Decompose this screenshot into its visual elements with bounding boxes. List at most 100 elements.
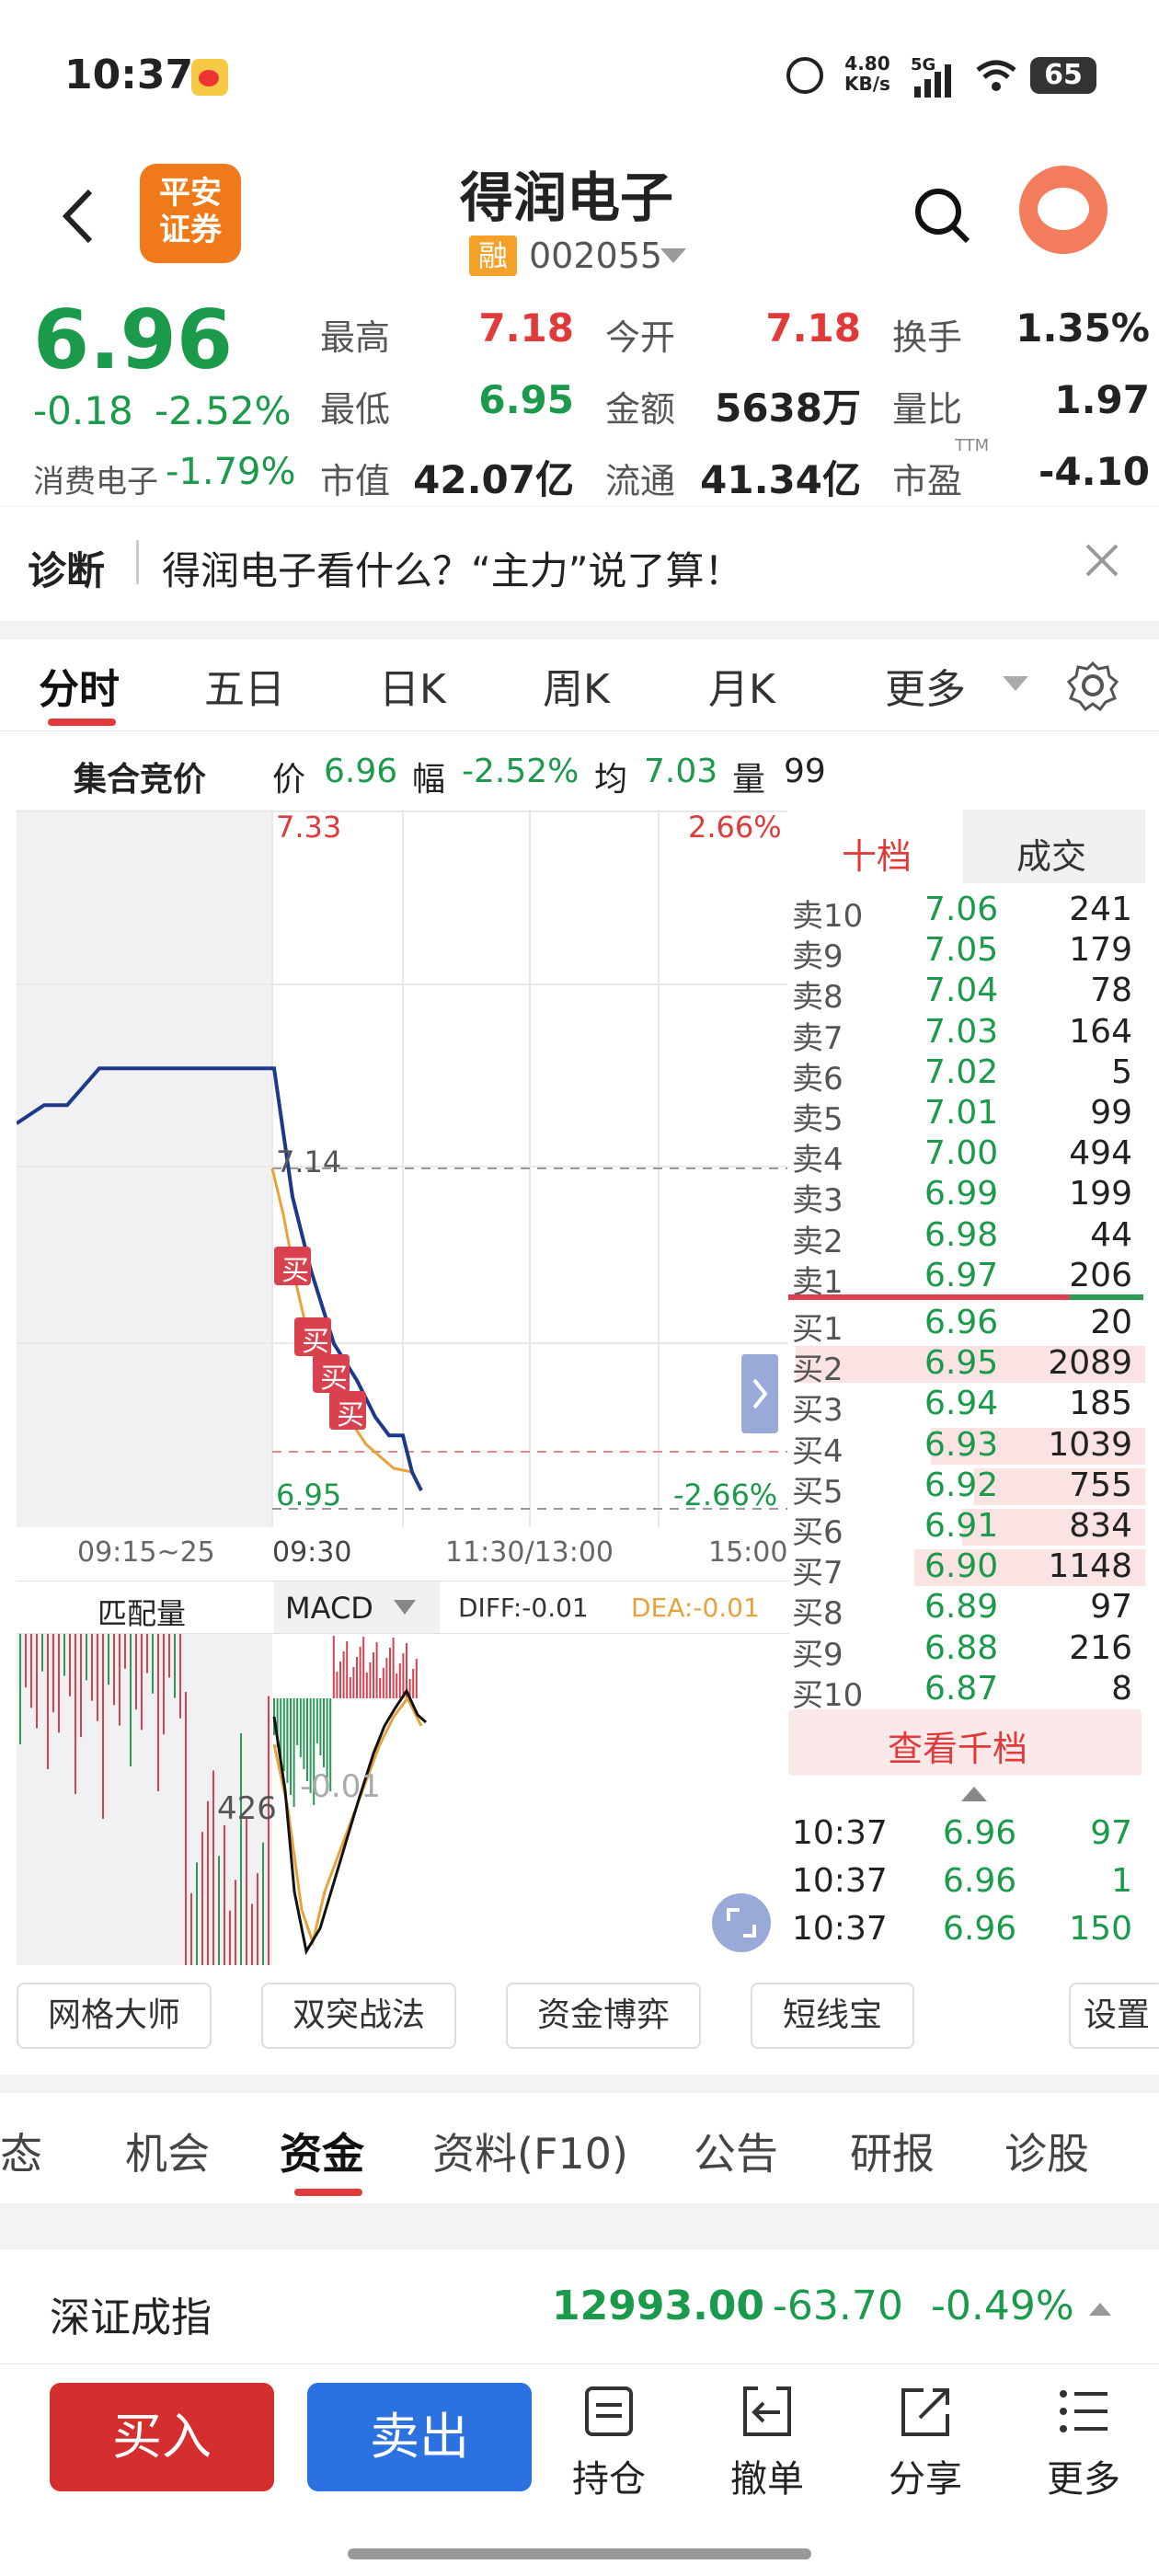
back-icon[interactable] bbox=[55, 184, 101, 248]
level-label: 卖10 bbox=[792, 898, 864, 935]
fullscreen-icon[interactable] bbox=[712, 1893, 771, 1952]
battery-icon: 65 bbox=[1030, 57, 1096, 94]
bid-row[interactable]: 买8 6.89 97 bbox=[786, 1588, 1145, 1632]
sector-name[interactable]: 消费电子 bbox=[33, 456, 158, 501]
bid-row[interactable]: 买4 6.93 1039 bbox=[786, 1426, 1145, 1470]
level-price: 6.99 bbox=[924, 1175, 999, 1213]
macd-chart: 426 -0.01 bbox=[17, 1634, 789, 1965]
bid-row[interactable]: 买9 6.88 216 bbox=[786, 1629, 1145, 1673]
stat-label: 最低 bbox=[320, 389, 391, 430]
divider bbox=[136, 540, 139, 584]
tab-trades[interactable]: 成交 bbox=[1016, 828, 1086, 879]
tab-monthly-k[interactable]: 月K bbox=[708, 656, 775, 715]
tab-daily-k[interactable]: 日K bbox=[379, 656, 446, 715]
chevron-down-icon[interactable] bbox=[1003, 676, 1028, 691]
active-tab-indicator bbox=[48, 719, 116, 726]
tab-weekly-k[interactable]: 周K bbox=[543, 656, 610, 715]
weibo-icon bbox=[191, 59, 228, 96]
bid-row[interactable]: 买7 6.90 1148 bbox=[786, 1547, 1145, 1592]
tool-grid-master[interactable]: 网格大师 bbox=[17, 1983, 212, 2049]
caret-up-icon[interactable] bbox=[1089, 2303, 1111, 2316]
ask-row[interactable]: 卖6 7.02 5 bbox=[786, 1052, 1145, 1098]
level-label: 买2 bbox=[792, 1351, 843, 1389]
tab-news[interactable]: 动态 bbox=[0, 2121, 42, 2181]
timeshare-chart[interactable]: 7.33 2.66% 7.14 6.95 -2.66% 买 买 买 买 bbox=[15, 810, 789, 1530]
auction-info: 集合竞价 价 6.96 幅 -2.52% 均 7.03 量 99 bbox=[0, 736, 826, 810]
level-label: 买5 bbox=[792, 1473, 843, 1511]
sell-button[interactable]: 卖出 bbox=[307, 2383, 532, 2491]
bid-row[interactable]: 买3 6.94 185 bbox=[786, 1385, 1145, 1429]
view-thousand-levels-label: 查看千档 bbox=[888, 1729, 1028, 1769]
level-volume: 44 bbox=[1090, 1215, 1132, 1254]
buy-marker-label: 买 bbox=[281, 1255, 309, 1287]
trade-time: 10:37 bbox=[792, 1910, 888, 1948]
level-volume: 20 bbox=[1090, 1304, 1132, 1341]
positions-button[interactable]: 持仓 bbox=[554, 2385, 664, 2502]
more-button[interactable]: 更多 bbox=[1028, 2385, 1139, 2502]
level-volume: 5 bbox=[1111, 1052, 1132, 1091]
ask-row[interactable]: 卖5 7.01 99 bbox=[786, 1094, 1145, 1138]
buy-marker-label: 买 bbox=[337, 1399, 364, 1432]
level-price: 7.05 bbox=[924, 931, 999, 970]
ask-row[interactable]: 卖7 7.03 164 bbox=[786, 1013, 1145, 1057]
level-label: 卖5 bbox=[792, 1101, 843, 1138]
tab-opportunity[interactable]: 机会 bbox=[125, 2121, 210, 2181]
tab-timeshare[interactable]: 分时 bbox=[39, 656, 120, 715]
trade-volume: 97 bbox=[1090, 1814, 1132, 1852]
level-label: 买9 bbox=[792, 1636, 843, 1673]
tab-research[interactable]: 研报 bbox=[850, 2121, 935, 2181]
index-name: 深证成指 bbox=[50, 2294, 212, 2341]
tab-more[interactable]: 更多 bbox=[885, 656, 966, 715]
stock-code[interactable]: 002055 bbox=[529, 236, 662, 276]
bid-row[interactable]: 买1 6.96 20 bbox=[786, 1304, 1145, 1348]
tab-five-day[interactable]: 五日 bbox=[204, 656, 285, 715]
ask-row[interactable]: 卖1 6.97 206 bbox=[786, 1257, 1145, 1301]
search-icon[interactable] bbox=[911, 184, 975, 248]
tool-fund-game[interactable]: 资金博弈 bbox=[506, 1983, 701, 2049]
tool-short-term[interactable]: 短线宝 bbox=[751, 1983, 914, 2049]
bid-row[interactable]: 买2 6.95 2089 bbox=[786, 1344, 1145, 1388]
tab-diagnosis[interactable]: 诊股 bbox=[1004, 2121, 1089, 2181]
tab-funds[interactable]: 资金 bbox=[280, 2121, 364, 2181]
chevron-down-icon[interactable] bbox=[660, 248, 686, 263]
trade-row: 10:37 6.96 150 bbox=[786, 1910, 1145, 1950]
current-price: 6.96 bbox=[33, 293, 234, 387]
ask-row[interactable]: 卖8 7.04 78 bbox=[786, 972, 1145, 1016]
index-change: -63.70 bbox=[773, 2283, 903, 2329]
info-tabs: 动态 机会 资金 资料(F10) 公告 研报 诊股 bbox=[0, 2093, 1159, 2203]
tool-settings[interactable]: 设置 bbox=[1069, 1983, 1159, 2049]
price-change-pct: -2.52% bbox=[155, 388, 292, 433]
level-price: 6.94 bbox=[924, 1385, 999, 1423]
trade-volume: 1 bbox=[1111, 1862, 1132, 1900]
ask-row[interactable]: 卖3 6.99 199 bbox=[786, 1175, 1145, 1219]
ask-row[interactable]: 卖4 7.00 494 bbox=[786, 1134, 1145, 1179]
buy-button[interactable]: 买入 bbox=[50, 2383, 274, 2491]
share-button[interactable]: 分享 bbox=[870, 2385, 981, 2502]
chevron-down-icon[interactable] bbox=[394, 1600, 416, 1615]
stat-value: 7.18 bbox=[478, 305, 574, 351]
tab-profile-f10[interactable]: 资料(F10) bbox=[432, 2121, 628, 2181]
level-label: 卖2 bbox=[792, 1223, 843, 1260]
bid-row[interactable]: 买10 6.87 8 bbox=[786, 1670, 1145, 1714]
stat-value: 6.95 bbox=[478, 377, 574, 422]
close-icon[interactable] bbox=[1082, 540, 1122, 581]
assistant-avatar[interactable] bbox=[1019, 166, 1107, 254]
level-price: 7.04 bbox=[924, 972, 999, 1010]
gear-icon[interactable] bbox=[1066, 660, 1119, 712]
cancel-order-button[interactable]: 撤单 bbox=[712, 2385, 822, 2502]
ask-row[interactable]: 卖9 7.05 179 bbox=[786, 931, 1145, 975]
trade-row: 10:37 6.96 1 bbox=[786, 1862, 1145, 1903]
trade-time: 10:37 bbox=[792, 1862, 888, 1900]
bid-row[interactable]: 买6 6.91 834 bbox=[786, 1507, 1145, 1551]
expand-orderbook-button[interactable] bbox=[741, 1354, 778, 1433]
ask-row[interactable]: 卖10 7.06 241 bbox=[786, 891, 1145, 935]
tool-double-break[interactable]: 双突战法 bbox=[261, 1983, 456, 2049]
index-ticker[interactable]: 深证成指 12993.00 -63.70 -0.49% bbox=[0, 2249, 1159, 2364]
diagnosis-banner[interactable]: 诊断 得润电子看什么？“主力”说了算！ bbox=[0, 506, 1159, 621]
caret-up-icon[interactable] bbox=[961, 1787, 987, 1801]
ask-row[interactable]: 卖2 6.98 44 bbox=[786, 1215, 1145, 1260]
quote-panel: 6.96 -0.18 -2.52% 消费电子 -1.79% 最高 7.18 今开… bbox=[0, 285, 1159, 506]
stat-label: 今开 bbox=[605, 317, 676, 358]
bid-row[interactable]: 买5 6.92 755 bbox=[786, 1466, 1145, 1511]
tab-announcements[interactable]: 公告 bbox=[694, 2121, 778, 2181]
